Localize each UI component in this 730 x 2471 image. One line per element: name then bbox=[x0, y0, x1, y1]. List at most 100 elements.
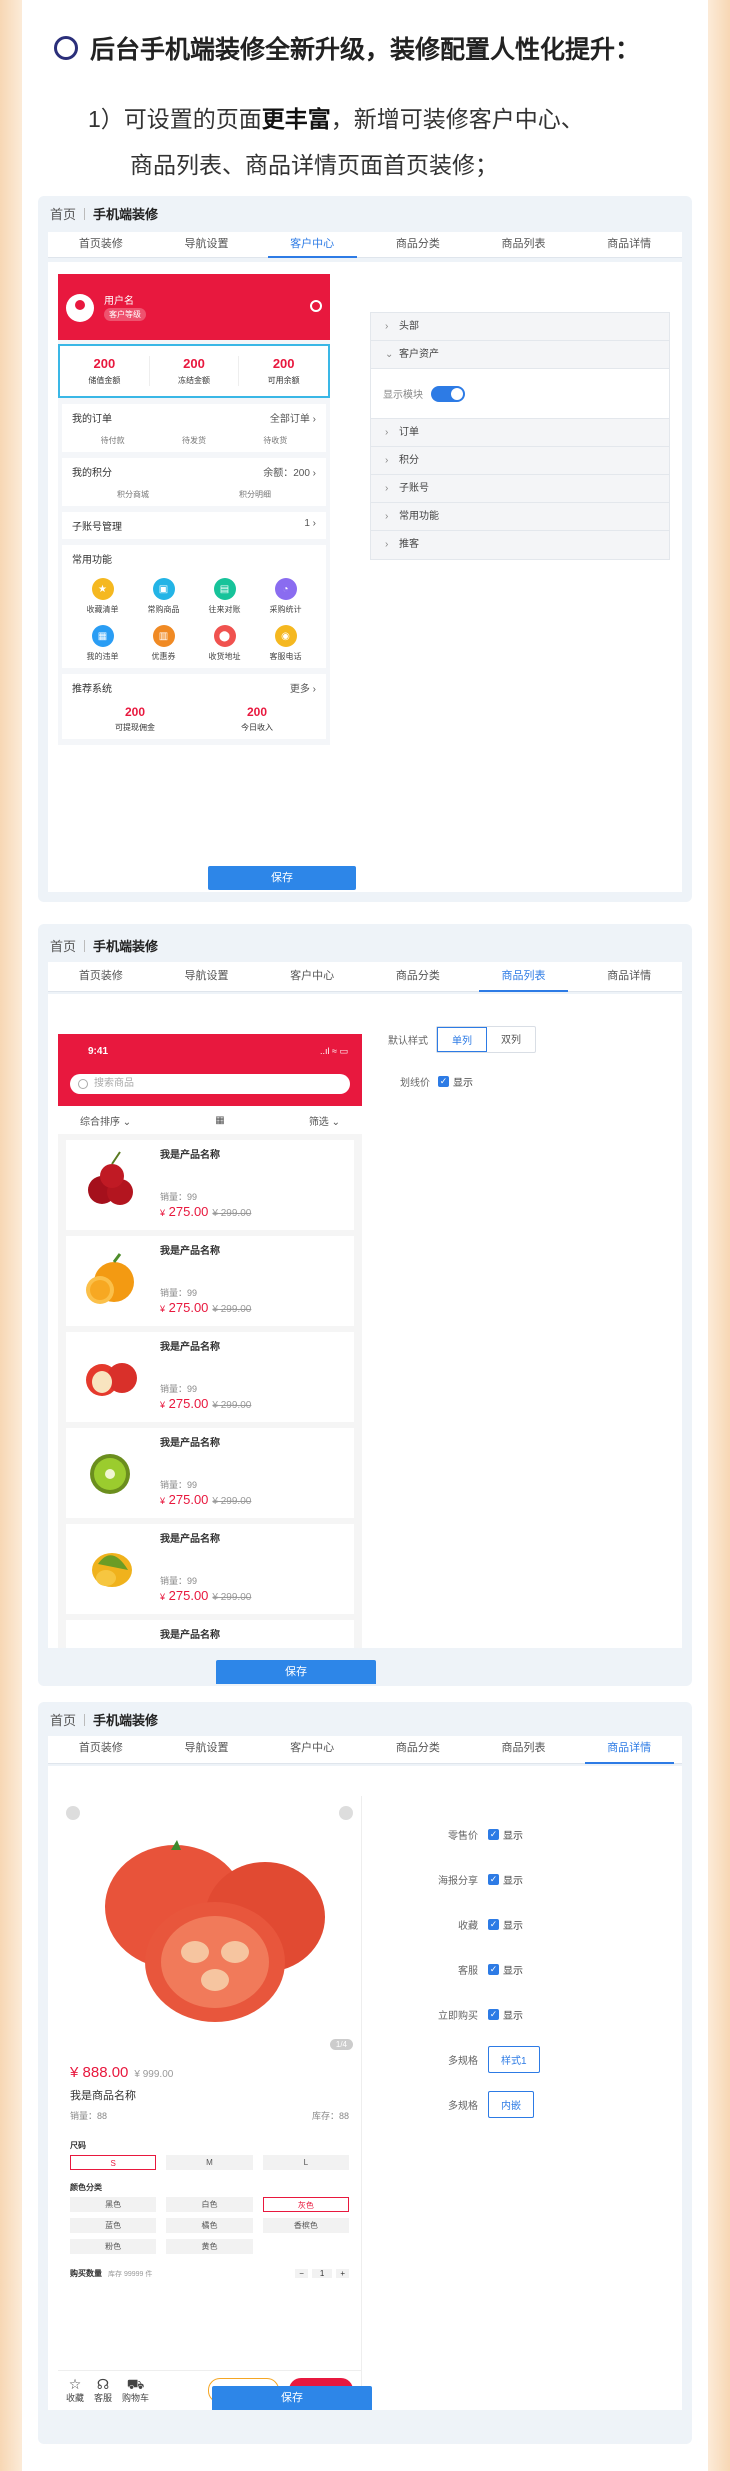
tab-product-list[interactable]: 商品列表 bbox=[471, 962, 577, 992]
tab-product-detail[interactable]: 商品详情 bbox=[576, 1736, 682, 1764]
asset-stats[interactable]: 200 储值金额 200 冻结金额 200 可用余额 bbox=[58, 344, 330, 398]
tab-nav[interactable]: 导航设置 bbox=[154, 1736, 260, 1763]
function-item[interactable]: ◔ 采购统计 bbox=[255, 578, 316, 615]
tab-nav[interactable]: 导航设置 bbox=[154, 962, 260, 991]
color-option[interactable]: 黄色 bbox=[166, 2239, 253, 2254]
tab-nav[interactable]: 导航设置 bbox=[154, 232, 260, 257]
color-option[interactable]: 橘色 bbox=[166, 2218, 253, 2233]
panel-product-list: 首页 手机端装修 首页装修 导航设置 客户中心 商品分类 商品列表 商品详情 9:… bbox=[38, 924, 692, 1686]
show-checkbox[interactable]: ✓ 显示 bbox=[488, 1827, 523, 1842]
tab-customer-center[interactable]: 客户中心 bbox=[259, 962, 365, 991]
tab-category[interactable]: 商品分类 bbox=[365, 962, 471, 991]
style-double-button[interactable]: 双列 bbox=[487, 1027, 535, 1052]
function-item[interactable]: ◉ 客服电话 bbox=[255, 625, 316, 662]
size-option[interactable]: L bbox=[262, 2155, 349, 2170]
product-image[interactable]: 1/4 bbox=[58, 1796, 361, 2058]
points-mall-link[interactable]: 积分商城 bbox=[117, 489, 149, 500]
color-option[interactable]: 灰色 bbox=[262, 2197, 349, 2212]
product-info: 我是产品名称 bbox=[160, 1626, 348, 1648]
function-item[interactable]: ★ 收藏清单 bbox=[72, 578, 133, 615]
tab-category[interactable]: 商品分类 bbox=[365, 232, 471, 257]
color-option[interactable]: 黑色 bbox=[70, 2197, 157, 2212]
size-option[interactable]: M bbox=[166, 2155, 253, 2170]
order-status[interactable]: 待付款 bbox=[101, 435, 125, 446]
config-row[interactable]: › 常用功能 bbox=[371, 503, 669, 531]
tab-home[interactable]: 首页装修 bbox=[48, 962, 154, 991]
cart-button[interactable]: ⛟ 购物车 bbox=[122, 2377, 149, 2404]
show-checkbox[interactable]: ✓ 显示 bbox=[488, 1917, 523, 1932]
service-button[interactable]: ☊ 客服 bbox=[94, 2377, 112, 2404]
product-card[interactable]: 我是产品名称 销量：99 ¥ 275.00 ¥ 299.00 bbox=[66, 1332, 354, 1422]
function-item[interactable]: ⬤ 收货地址 bbox=[194, 625, 255, 662]
color-option[interactable]: 蓝色 bbox=[70, 2218, 157, 2233]
order-status[interactable]: 待收货 bbox=[263, 435, 287, 446]
save-button[interactable]: 保存 bbox=[212, 2386, 372, 2410]
status-time: 9:41 bbox=[88, 1046, 109, 1057]
all-orders-link[interactable]: 全部订单 › bbox=[270, 410, 316, 425]
config-row[interactable]: › 积分 bbox=[371, 447, 669, 475]
tab-product-detail[interactable]: 商品详情 bbox=[576, 962, 682, 991]
product-card[interactable]: 我是产品名称 销量：99 ¥ 275.00 ¥ 299.00 bbox=[66, 1236, 354, 1326]
show-module-toggle[interactable] bbox=[431, 385, 465, 402]
points-balance[interactable]: 余额：200 › bbox=[263, 464, 316, 479]
show-checkbox[interactable]: ✓ 显示 bbox=[488, 2007, 523, 2022]
breadcrumb-home[interactable]: 首页 bbox=[50, 1710, 76, 1729]
product-card[interactable]: 我是产品名称 bbox=[66, 1620, 354, 1648]
stat-value: 200 bbox=[183, 356, 205, 371]
config-row-open[interactable]: ⌄ 客户资产 bbox=[371, 341, 669, 369]
color-option[interactable]: 香槟色 bbox=[262, 2218, 349, 2233]
filter-dropdown[interactable]: 筛选 ⌄ bbox=[309, 1113, 340, 1128]
points-detail-link[interactable]: 积分明细 bbox=[239, 489, 271, 500]
function-label: 常购商品 bbox=[147, 605, 180, 614]
show-checkbox[interactable]: ✓ 显示 bbox=[488, 1962, 523, 1977]
config-row[interactable]: › 头部 bbox=[371, 313, 669, 341]
function-item[interactable]: ▦ 我的违单 bbox=[72, 625, 133, 662]
spec-style-button[interactable]: 内嵌 bbox=[488, 2091, 534, 2118]
recommend-more-link[interactable]: 更多 › bbox=[290, 680, 316, 695]
old-price: ¥ 299.00 bbox=[212, 1592, 252, 1603]
config-row[interactable]: › 子账号 bbox=[371, 475, 669, 503]
tab-customer-center[interactable]: 客户中心 bbox=[259, 1736, 365, 1763]
favorite-button[interactable]: ☆ 收藏 bbox=[66, 2377, 84, 2404]
style-single-button[interactable]: 单列 bbox=[437, 1027, 487, 1052]
save-button[interactable]: 保存 bbox=[208, 866, 356, 890]
show-checkbox[interactable]: ✓ 显示 bbox=[488, 1872, 523, 1887]
config-row[interactable]: › 订单 bbox=[371, 419, 669, 447]
share-icon[interactable] bbox=[339, 1806, 353, 1820]
product-card[interactable]: 我是产品名称 销量：99 ¥ 275.00 ¥ 299.00 bbox=[66, 1140, 354, 1230]
product-card[interactable]: 我是产品名称 销量：99 ¥ 275.00 ¥ 299.00 bbox=[66, 1428, 354, 1518]
spec-style-button[interactable]: 样式1 bbox=[488, 2046, 540, 2073]
sort-dropdown[interactable]: 综合排序 ⌄ bbox=[80, 1113, 131, 1128]
tab-home[interactable]: 首页装修 bbox=[48, 1736, 154, 1763]
tab-product-detail[interactable]: 商品详情 bbox=[576, 232, 682, 257]
plus-icon[interactable]: + bbox=[336, 2269, 349, 2278]
color-option[interactable]: 粉色 bbox=[70, 2239, 157, 2254]
grid-view-icon[interactable]: ▦ bbox=[215, 1115, 224, 1126]
quantity-stepper[interactable]: − 1 + bbox=[295, 2269, 349, 2278]
breadcrumb-home[interactable]: 首页 bbox=[50, 204, 76, 223]
breadcrumb-home[interactable]: 首页 bbox=[50, 936, 76, 955]
config-row[interactable]: › 推客 bbox=[371, 531, 669, 559]
product-sales: 销量：99 bbox=[160, 1576, 198, 1586]
subaccount-card[interactable]: 子账号管理 1 › bbox=[62, 512, 326, 539]
tab-customer-center[interactable]: 客户中心 bbox=[259, 232, 365, 258]
show-checkbox[interactable]: ✓ 显示 bbox=[438, 1074, 473, 1089]
save-button[interactable]: 保存 bbox=[216, 1660, 376, 1684]
product-card[interactable]: 我是产品名称 销量：99 ¥ 275.00 ¥ 299.00 bbox=[66, 1524, 354, 1614]
function-item[interactable]: ▤ 往来对账 bbox=[194, 578, 255, 615]
search-input[interactable]: 搜索商品 bbox=[70, 1074, 350, 1094]
tab-product-list[interactable]: 商品列表 bbox=[471, 232, 577, 257]
function-item[interactable]: ▣ 常购商品 bbox=[133, 578, 194, 615]
prev-icon[interactable] bbox=[66, 1806, 80, 1820]
tab-category[interactable]: 商品分类 bbox=[365, 1736, 471, 1763]
color-option[interactable]: 白色 bbox=[166, 2197, 253, 2212]
qty-value[interactable]: 1 bbox=[311, 2269, 333, 2278]
cherry-image bbox=[88, 1151, 133, 1205]
minus-icon[interactable]: − bbox=[295, 2269, 308, 2278]
function-item[interactable]: ▥ 优惠券 bbox=[133, 625, 194, 662]
tab-home[interactable]: 首页装修 bbox=[48, 232, 154, 257]
order-status[interactable]: 待发货 bbox=[182, 435, 206, 446]
settings-icon[interactable] bbox=[310, 300, 322, 312]
tab-product-list[interactable]: 商品列表 bbox=[471, 1736, 577, 1763]
size-option[interactable]: S bbox=[70, 2155, 157, 2170]
